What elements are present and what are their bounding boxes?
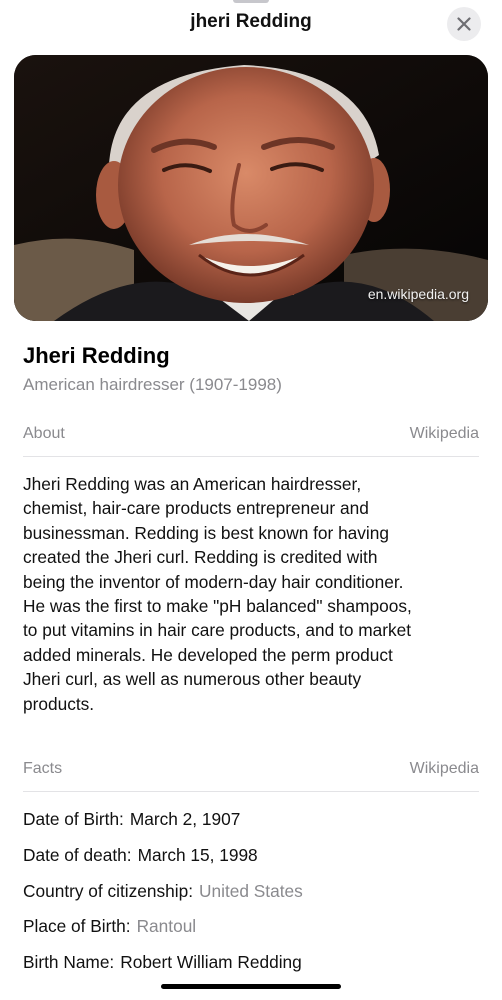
about-section-header: About Wikipedia <box>23 425 479 447</box>
about-line: added minerals. He developed the perm pr… <box>23 644 393 665</box>
fact-label: Birth Name: <box>23 952 115 973</box>
about-line: products. <box>23 693 95 714</box>
fact-row-date-of-birth: Date of Birth: March 2, 1907 <box>23 808 483 844</box>
fact-label: Country of citizenship: <box>23 880 194 901</box>
about-line: chemist, hair-care products entrepreneur… <box>23 498 369 519</box>
facts-source-link[interactable]: Wikipedia <box>410 760 479 778</box>
fact-row-birth-name: Birth Name: Robert William Redding <box>23 951 483 987</box>
fact-row-date-of-death: Date of death: March 15, 1998 <box>23 844 483 880</box>
about-line: businessman. Redding is best known for h… <box>23 522 389 543</box>
facts-label: Facts <box>23 760 63 777</box>
about-label: About <box>23 425 65 442</box>
entity-description: American hairdresser (1907-1998) <box>23 375 282 394</box>
sheet-title: jheri Redding <box>190 11 312 32</box>
about-text: Jheri Redding was an American hairdresse… <box>23 472 485 716</box>
close-icon <box>457 17 471 31</box>
divider <box>23 456 479 457</box>
fact-row-country-of-citizenship: Country of citizenship: United States <box>23 880 483 916</box>
fact-value: March 2, 1907 <box>129 809 241 829</box>
entity-name: Jheri Redding <box>23 343 170 368</box>
about-line: created the Jheri curl. Redding is credi… <box>23 547 378 568</box>
home-indicator[interactable] <box>161 984 341 989</box>
about-source-link[interactable]: Wikipedia <box>410 425 479 443</box>
facts-section-header: Facts Wikipedia <box>23 760 479 782</box>
fact-label: Date of death: <box>23 844 132 865</box>
image-source-label[interactable]: en.wikipedia.org <box>368 286 469 302</box>
about-line: Jheri curl, as well as numerous other be… <box>23 669 362 690</box>
fact-row-place-of-birth: Place of Birth: Rantoul <box>23 915 483 951</box>
portrait-photo <box>14 55 488 321</box>
fact-value: March 15, 1998 <box>137 844 258 865</box>
about-line: to put vitamins in hair care products, a… <box>23 620 412 641</box>
about-line: He was the first to make "pH balanced" s… <box>23 596 412 617</box>
divider <box>23 791 479 792</box>
close-button[interactable] <box>447 7 481 41</box>
hero-image[interactable]: en.wikipedia.org <box>14 55 488 321</box>
fact-value-link[interactable]: Rantoul <box>137 916 197 936</box>
fact-label: Date of Birth: <box>23 809 124 829</box>
fact-value-link[interactable]: United States <box>199 881 303 901</box>
about-line: Jheri Redding was an American hairdresse… <box>23 474 362 494</box>
fact-label: Place of Birth: <box>23 916 131 937</box>
facts-list: Date of Birth: March 2, 1907 Date of deat… <box>23 808 483 987</box>
sheet-header: jheri Redding <box>0 0 502 48</box>
fact-value: Robert William Redding <box>120 952 302 973</box>
about-line: being the inventor of modern-day hair co… <box>23 571 404 592</box>
